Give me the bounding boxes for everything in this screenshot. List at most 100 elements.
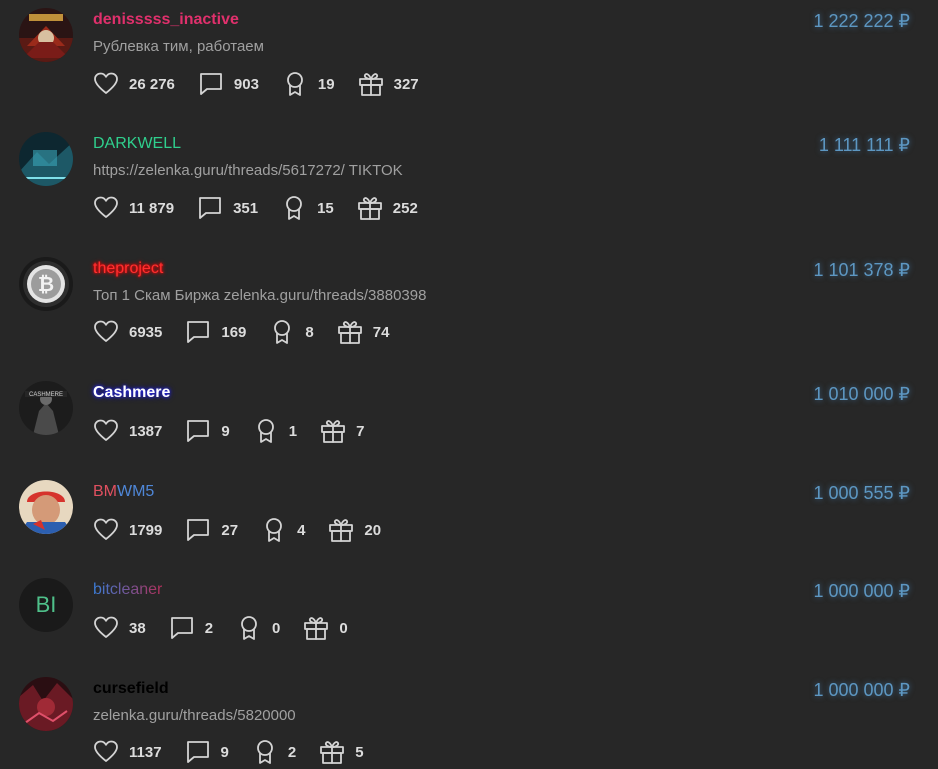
trophies-stat: 15 <box>280 194 334 222</box>
likes-stat: 1387 <box>92 417 162 445</box>
gifts-count: 252 <box>392 199 418 217</box>
gift-icon <box>337 321 362 344</box>
message-icon <box>170 617 193 639</box>
messages-stat: 9 <box>184 738 229 766</box>
gifts-stat: 0 <box>302 614 348 642</box>
username[interactable]: theproject <box>93 260 163 278</box>
avatar[interactable] <box>19 132 73 186</box>
user-stats: 11 879 351 15 252 <box>92 194 440 222</box>
award-icon <box>256 740 273 764</box>
user-stats: 6935 169 8 74 <box>92 318 411 346</box>
messages-count: 903 <box>233 75 259 93</box>
trophies-stat: 2 <box>251 738 296 766</box>
message-icon <box>187 321 210 343</box>
messages-stat: 351 <box>196 194 258 222</box>
likes-count: 26 276 <box>129 75 175 93</box>
heart-icon <box>94 320 118 342</box>
messages-count: 9 <box>220 743 229 761</box>
trophies-count: 19 <box>317 75 335 93</box>
username-part: BM <box>93 483 117 500</box>
likes-stat: 38 <box>92 614 146 642</box>
likes-count: 1137 <box>129 743 162 761</box>
trophies-count: 1 <box>288 422 298 440</box>
heart-icon <box>94 72 118 94</box>
amount: 1 222 222 ₽ <box>813 11 910 31</box>
messages-stat: 169 <box>184 318 246 346</box>
username[interactable]: DARKWELL <box>93 135 181 153</box>
gifts-count: 20 <box>364 521 382 539</box>
messages-stat: 9 <box>184 417 230 445</box>
award-icon <box>241 616 257 640</box>
avatar[interactable] <box>19 677 73 731</box>
username[interactable]: Cashmere <box>93 384 170 402</box>
user-stats: 1137 9 2 5 <box>92 738 386 766</box>
trophies-count: 0 <box>272 619 281 637</box>
avatar[interactable] <box>19 8 73 62</box>
heart-icon <box>94 616 118 638</box>
amount: 1 000 000 ₽ <box>813 581 910 601</box>
gifts-stat: 327 <box>357 70 419 98</box>
username[interactable]: BMWM5 <box>93 483 154 501</box>
likes-count: 6935 <box>129 323 163 341</box>
message-icon <box>199 197 221 219</box>
username[interactable]: cursefield <box>93 680 169 698</box>
award-icon <box>257 419 274 443</box>
user-status: zelenka.guru/threads/5820000 <box>93 707 296 724</box>
messages-stat: 903 <box>197 70 259 98</box>
gifts-count: 0 <box>339 619 348 637</box>
messages-count: 9 <box>221 422 230 440</box>
gifts-count: 5 <box>355 743 364 761</box>
message-icon <box>199 73 222 95</box>
username[interactable]: bitcleaner <box>93 581 162 599</box>
likes-count: 11 879 <box>129 199 175 217</box>
user-status: Топ 1 Скам Биржа zelenka.guru/threads/38… <box>93 287 427 304</box>
message-icon <box>186 741 209 763</box>
heart-icon <box>94 196 118 218</box>
trophies-stat: 8 <box>268 318 314 346</box>
messages-count: 2 <box>204 619 214 637</box>
gift-icon <box>329 519 354 542</box>
trophies-count: 8 <box>305 323 314 341</box>
leaderboard-list: denisssss_inactive Рублевка тим, работае… <box>0 0 938 769</box>
likes-stat: 26 276 <box>92 70 175 98</box>
likes-stat: 1799 <box>92 516 162 544</box>
svg-text:₿: ₿ <box>38 274 54 296</box>
trophies-stat: 4 <box>260 516 305 544</box>
avatar[interactable]: CASHMERE <box>19 381 73 435</box>
heart-icon <box>94 518 118 540</box>
message-icon <box>187 420 210 442</box>
amount: 1 000 555 ₽ <box>813 483 910 503</box>
gifts-count: 7 <box>356 422 365 440</box>
likes-count: 1387 <box>129 422 163 440</box>
user-stats: 26 276 903 19 327 <box>92 70 441 98</box>
gift-icon <box>358 73 383 96</box>
trophies-count: 15 <box>317 199 334 217</box>
gifts-stat: 74 <box>336 318 389 346</box>
award-icon <box>266 518 282 542</box>
trophies-stat: 1 <box>252 417 297 445</box>
gifts-count: 327 <box>393 75 419 93</box>
award-icon <box>287 72 303 96</box>
message-icon <box>187 519 210 541</box>
initials-avatar[interactable]: BI <box>19 578 73 632</box>
gifts-stat: 20 <box>327 516 381 544</box>
trophies-stat: 19 <box>281 70 335 98</box>
gifts-stat: 7 <box>319 417 364 445</box>
gifts-stat: 5 <box>318 738 364 766</box>
bitcoin-icon: ₿ <box>19 257 73 311</box>
likes-count: 38 <box>129 619 146 637</box>
amount: 1 000 000 ₽ <box>813 680 910 700</box>
gift-icon <box>321 420 345 443</box>
username[interactable]: denisssss_inactive <box>93 11 239 29</box>
messages-stat: 2 <box>168 614 213 642</box>
user-stats: 1387 9 1 7 <box>92 417 386 445</box>
user-status: https://zelenka.guru/threads/5617272/ TI… <box>93 162 403 179</box>
messages-stat: 27 <box>184 516 238 544</box>
user-stats: 1799 27 4 20 <box>92 516 403 544</box>
avatar[interactable] <box>19 480 73 534</box>
avatar[interactable]: ₿ <box>19 257 73 311</box>
user-stats: 38 2 0 0 <box>92 614 370 642</box>
gift-icon <box>304 617 329 640</box>
heart-icon <box>94 740 118 762</box>
messages-count: 27 <box>221 521 239 539</box>
